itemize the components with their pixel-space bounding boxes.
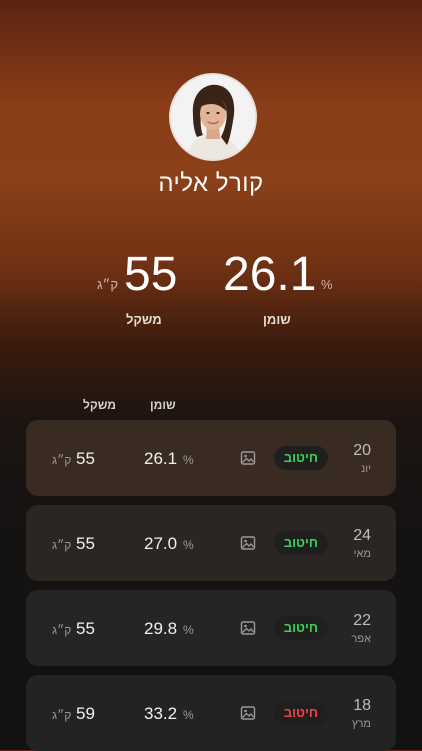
image-icon[interactable] (240, 620, 256, 636)
entry-fat-value: 27.0 (144, 534, 178, 553)
entry-card[interactable]: 18 מרץ חיטוב 33.2 % 59 ק״ג (26, 675, 396, 751)
entry-weight-value: 59 (76, 704, 95, 723)
entry-fat-unit: % (183, 453, 194, 467)
entry-month: יונ (361, 463, 371, 475)
column-header-fat: שומן (150, 398, 176, 412)
weight-label: משקל (126, 312, 162, 327)
entry-month: מרץ (352, 718, 371, 730)
image-icon[interactable] (240, 450, 256, 466)
fat-value: 26.1 (223, 248, 317, 301)
image-icon[interactable] (240, 535, 256, 551)
entry-weight-value: 55 (76, 449, 95, 468)
entry-card[interactable]: 22 אפר חיטוב 29.8 % 55 ק״ג (26, 590, 396, 666)
entry-month: אפר (351, 633, 372, 645)
status-badge: חיטוב (273, 616, 328, 640)
entry-weight-value: 55 (76, 534, 95, 553)
entry-day: 24 (353, 527, 371, 544)
entry-fat-unit: % (183, 538, 194, 552)
profile-name: קורל אליה (158, 170, 264, 197)
fat-unit: % (321, 277, 333, 292)
weight-value: 55 (124, 248, 178, 301)
entry-weight-unit: ק״ג (52, 708, 72, 722)
entry-weight-unit: ק״ג (52, 538, 72, 552)
entry-card[interactable]: 24 מאי חיטוב 27.0 % 55 ק״ג (26, 505, 396, 581)
entry-fat-value: 26.1 (144, 449, 178, 468)
entry-day: 20 (353, 442, 371, 459)
fat-label: שומן (263, 312, 291, 327)
image-icon[interactable] (240, 705, 256, 721)
weight-unit: ק״ג (97, 277, 119, 292)
entry-weight-value: 55 (76, 619, 95, 638)
status-badge: חיטוב (273, 531, 328, 555)
status-badge: חיטוב (273, 446, 328, 470)
column-header-weight: משקל (83, 398, 116, 412)
entry-fat-unit: % (183, 623, 194, 637)
avatar[interactable] (169, 73, 257, 161)
entry-fat-unit: % (183, 708, 194, 722)
entry-weight-unit: ק״ג (52, 453, 72, 467)
entry-month: מאי (353, 548, 371, 560)
entry-weight-unit: ק״ג (52, 623, 72, 637)
entry-fat-value: 29.8 (144, 619, 178, 638)
entry-day: 22 (353, 612, 371, 629)
status-badge: חיטוב (273, 701, 328, 725)
entry-fat-value: 33.2 (144, 704, 178, 723)
avatar-portrait (171, 75, 255, 159)
entry-card[interactable]: 20 יונ חיטוב 26.1 % 55 ק״ג (26, 420, 396, 496)
entry-day: 18 (353, 697, 371, 714)
